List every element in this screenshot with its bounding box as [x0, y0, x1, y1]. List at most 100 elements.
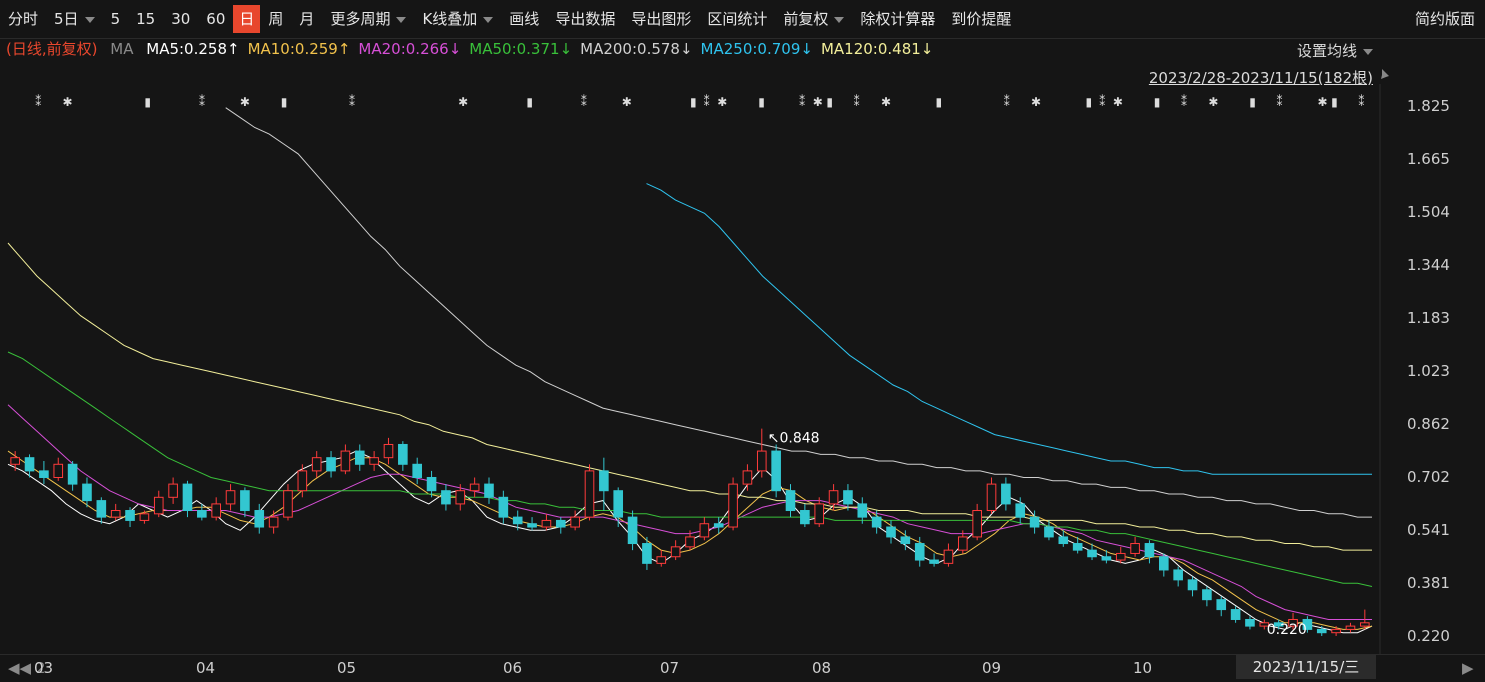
ex-rights-calculator-button[interactable]: 除权计算器 — [852, 0, 943, 38]
scroll-right-button[interactable]: ▶ — [1462, 659, 1474, 677]
candle-body — [728, 483, 738, 528]
candle — [211, 497, 221, 521]
ma-label: MA — [110, 40, 134, 58]
candle-body — [943, 549, 954, 564]
candle-body — [311, 457, 322, 472]
candle-body — [297, 470, 308, 492]
candle — [369, 451, 379, 471]
tab-30min[interactable]: 30 — [163, 0, 198, 38]
candle — [1331, 626, 1341, 636]
candle-body — [914, 543, 925, 561]
candle — [254, 503, 265, 534]
y-tick-label: 0.862 — [1407, 415, 1450, 433]
candle-body — [972, 510, 982, 538]
ma-legend-item: MA120:0.481↓ — [820, 40, 934, 58]
tab-15min[interactable]: 15 — [128, 0, 163, 38]
candle — [96, 497, 107, 524]
candle — [1187, 576, 1198, 597]
candle — [1288, 612, 1298, 630]
candle — [82, 477, 92, 508]
ma-legend-item: MA20:0.266↓ — [358, 40, 462, 58]
candle — [1029, 510, 1040, 534]
candle — [110, 503, 121, 521]
ma-legend-item: MA200:0.578↓ — [580, 40, 693, 58]
ma-settings-button[interactable]: 设置均线 — [1297, 40, 1373, 61]
candle-body — [785, 490, 796, 512]
signal-marker: ▮ — [144, 95, 151, 109]
range-stats-button[interactable]: 区间统计 — [699, 0, 775, 38]
tab-week[interactable]: 周 — [260, 0, 291, 38]
candle — [311, 451, 322, 478]
candle — [1001, 477, 1011, 511]
candle-body — [670, 546, 681, 558]
candle — [1072, 536, 1083, 554]
signal-marker: ▮ — [826, 95, 833, 109]
month-label: 04 — [196, 659, 216, 677]
draw-line-button[interactable]: 画线 — [501, 0, 547, 38]
tab-5day-label: 5日 — [54, 10, 79, 28]
candle-body — [1187, 579, 1198, 591]
date-range-label[interactable]: 2023/2/28-2023/11/15(182根) — [1149, 67, 1373, 88]
candle-body — [828, 490, 839, 505]
candle — [728, 477, 738, 531]
tab-60min[interactable]: 60 — [198, 0, 233, 38]
candle — [699, 517, 710, 541]
candle — [871, 510, 882, 534]
month-label: 03 — [34, 659, 54, 677]
ma-line-ma250 — [646, 183, 1372, 475]
more-periods-button[interactable]: 更多周期 — [322, 0, 414, 38]
month-label: 05 — [337, 659, 357, 677]
tab-fenshi[interactable]: 分时 — [0, 0, 46, 38]
candle — [642, 536, 652, 570]
candle-body — [455, 490, 466, 505]
candle — [914, 536, 925, 567]
ma-legend-item: MA50:0.371↓ — [469, 40, 573, 58]
candle-body — [1173, 569, 1183, 581]
candle — [268, 510, 279, 534]
candle — [828, 484, 839, 511]
y-tick-label: 1.183 — [1407, 309, 1450, 327]
ma-legend-item: MA5:0.258↑ — [146, 40, 240, 58]
candle — [426, 470, 437, 498]
signal-marker: ✱ — [458, 95, 468, 109]
export-data-button[interactable]: 导出数据 — [547, 0, 623, 38]
pin-icon[interactable] — [1379, 69, 1389, 79]
candle — [498, 490, 509, 524]
tab-5day[interactable]: 5日 — [46, 0, 103, 38]
candle — [814, 497, 825, 528]
price-alert-button[interactable]: 到价提醒 — [943, 0, 1019, 38]
y-tick-label: 1.825 — [1407, 97, 1450, 115]
candle — [168, 477, 178, 504]
y-tick-label: 0.220 — [1407, 627, 1450, 645]
candle — [1202, 586, 1212, 607]
chevron-down-icon — [84, 16, 95, 23]
candle-body — [570, 516, 580, 528]
tab-5min[interactable]: 5 — [103, 0, 129, 38]
tab-day[interactable]: 日 — [233, 5, 261, 33]
tab-month[interactable]: 月 — [291, 0, 322, 38]
signal-marker: ✱ — [1113, 95, 1123, 109]
candle-body — [699, 523, 710, 538]
export-chart-button[interactable]: 导出图形 — [623, 0, 699, 38]
candle — [225, 484, 236, 511]
candle — [1216, 596, 1227, 617]
candle-body — [1360, 622, 1370, 627]
candle-body — [1316, 628, 1327, 634]
forward-adjust-button[interactable]: 前复权 — [775, 0, 852, 38]
ma-line-ma20 — [7, 404, 1372, 620]
candle — [943, 543, 954, 567]
candle-body — [110, 510, 121, 518]
candle-body — [1115, 552, 1126, 561]
candle-body — [1230, 609, 1241, 620]
candle — [1044, 520, 1054, 541]
candle-body — [96, 500, 107, 518]
signal-marker: ⁑ — [35, 94, 41, 109]
candle — [67, 460, 78, 491]
chevron-down-icon — [483, 16, 494, 23]
candle-body — [125, 510, 135, 521]
candle — [800, 503, 810, 528]
candle-body — [986, 483, 997, 512]
candle-body — [369, 457, 379, 465]
simple-layout-button[interactable]: 简约版面 — [1415, 0, 1475, 38]
kline-overlay-button[interactable]: K线叠加 — [414, 0, 501, 38]
